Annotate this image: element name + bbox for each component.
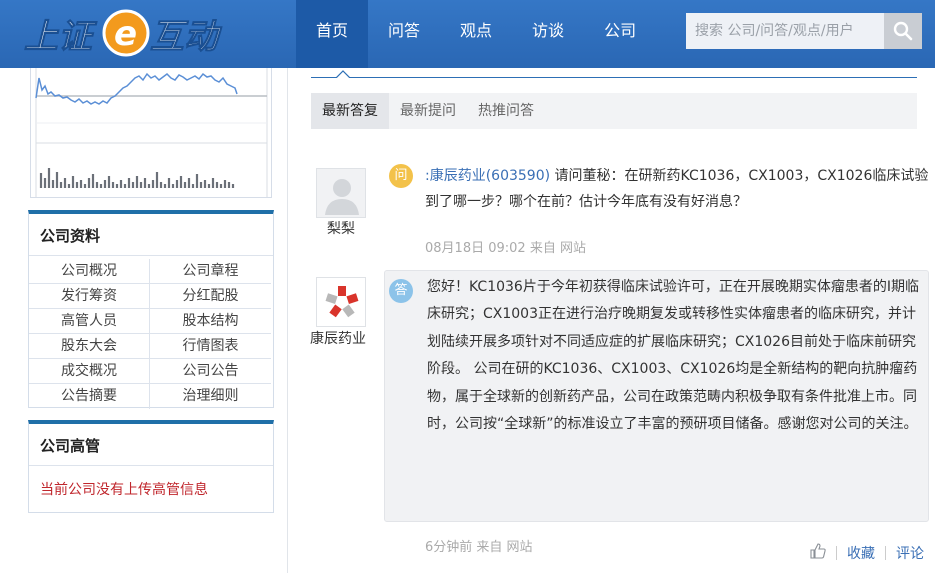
search-button[interactable] <box>884 13 922 49</box>
svg-text:互动: 互动 <box>150 17 222 57</box>
management-title: 公司高管 <box>29 424 273 466</box>
answer-actions: 收藏 评论 <box>810 543 924 563</box>
responder-name[interactable]: 康辰药业 <box>306 328 370 348</box>
asker-avatar[interactable] <box>316 168 366 218</box>
feed-tabs: 最新答复 最新提问 热推问答 <box>311 93 917 129</box>
tab-latest-replies[interactable]: 最新答复 <box>311 93 389 129</box>
top-header: 上证 e 互动 首页 问答 观点 访谈 公司 <box>0 0 935 68</box>
search-icon <box>893 21 913 41</box>
link-company-overview[interactable]: 公司概况 <box>29 259 150 284</box>
management-panel: 公司高管 当前公司没有上传高管信息 <box>28 420 274 513</box>
svg-text:e: e <box>114 14 137 54</box>
link-announcement-summary[interactable]: 公告摘要 <box>29 384 150 409</box>
link-dividends[interactable]: 分红配股 <box>150 284 271 309</box>
action-separator <box>885 546 886 560</box>
nav-views[interactable]: 观点 <box>440 0 512 68</box>
answer-meta: 6分钟前 来自 网站 <box>425 540 533 555</box>
favorite-button[interactable]: 收藏 <box>847 543 875 563</box>
link-financing[interactable]: 发行筹资 <box>29 284 150 309</box>
like-button[interactable] <box>810 543 826 563</box>
caret-icon <box>336 70 350 78</box>
nav-interviews[interactable]: 访谈 <box>512 0 584 68</box>
section-rule <box>311 77 917 78</box>
search-bar <box>686 13 922 49</box>
link-market-charts[interactable]: 行情图表 <box>150 334 271 359</box>
company-info-panel: 公司资料 公司概况 公司章程 发行筹资 分红配股 高管人员 股本结构 股东大会 … <box>28 210 274 409</box>
link-executives[interactable]: 高管人员 <box>29 309 150 334</box>
nav-companies[interactable]: 公司 <box>584 0 656 68</box>
nav-qa[interactable]: 问答 <box>368 0 440 68</box>
question-badge: 问 <box>389 164 413 188</box>
default-user-icon <box>317 169 365 217</box>
company-tag-link[interactable]: :康辰药业(603590) <box>425 168 550 184</box>
svg-text:上证: 上证 <box>24 17 98 57</box>
column-divider <box>287 68 288 573</box>
link-articles-of-association[interactable]: 公司章程 <box>150 259 271 284</box>
link-shareholder-meeting[interactable]: 股东大会 <box>29 334 150 359</box>
tab-latest-questions[interactable]: 最新提问 <box>389 93 467 129</box>
answer-badge: 答 <box>389 279 413 303</box>
main-nav: 首页 问答 观点 访谈 公司 <box>296 0 656 68</box>
link-governance-rules[interactable]: 治理细则 <box>150 384 271 409</box>
question-meta: 08月18日 09:02 来自 网站 <box>425 241 586 256</box>
comment-button[interactable]: 评论 <box>896 543 924 563</box>
action-separator <box>836 546 837 560</box>
company-logo-avatar[interactable] <box>316 277 366 327</box>
company-logo-icon <box>317 278 365 326</box>
answer-text: 您好！KC1036片于今年初获得临床试验许可，正在开展晚期实体瘤患者的I期临床研… <box>427 279 919 433</box>
company-info-title: 公司资料 <box>29 214 273 256</box>
stock-chart-thumbnail[interactable] <box>30 68 272 198</box>
question-content: :康辰药业(603590) 请问董秘：在研新药KC1036，CX1003，CX1… <box>425 163 930 215</box>
site-logo[interactable]: 上证 e 互动 <box>22 8 227 60</box>
nav-home[interactable]: 首页 <box>296 0 369 68</box>
link-share-structure[interactable]: 股本结构 <box>150 309 271 334</box>
management-empty-text: 当前公司没有上传高管信息 <box>40 482 208 498</box>
link-trading-overview[interactable]: 成交概况 <box>29 359 150 384</box>
search-input[interactable] <box>686 13 884 49</box>
thumbs-up-icon <box>810 543 826 559</box>
asker-name[interactable]: 梨梨 <box>310 218 372 238</box>
company-info-links: 公司概况 公司章程 发行筹资 分红配股 高管人员 股本结构 股东大会 行情图表 … <box>29 259 273 409</box>
link-company-announcements[interactable]: 公司公告 <box>150 359 271 384</box>
tab-hot-qa[interactable]: 热推问答 <box>467 93 545 129</box>
